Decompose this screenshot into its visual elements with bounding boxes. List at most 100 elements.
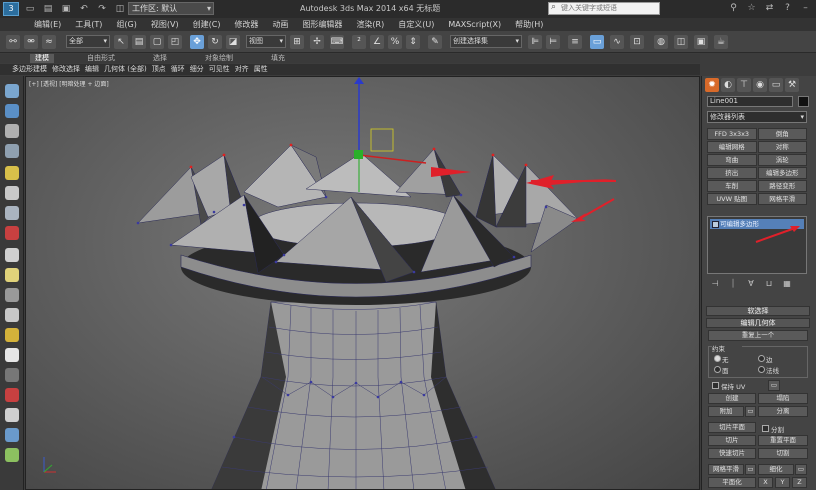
attach-button[interactable]: 附加: [708, 406, 744, 417]
ribbon-tab-selection[interactable]: 选择: [148, 54, 172, 63]
layer-manager-icon[interactable]: ≡: [568, 35, 582, 49]
save-file-icon[interactable]: ▣: [59, 3, 73, 15]
keyboard-shortcut-icon[interactable]: ⌨: [330, 35, 344, 49]
leaf-icon[interactable]: [5, 448, 19, 462]
collapse-button[interactable]: 塌陷: [758, 393, 808, 404]
meshsmooth-modifier-button[interactable]: 网格平滑: [757, 193, 807, 205]
ribbon-tab-freeform[interactable]: 自由形式: [82, 54, 120, 63]
ribbon-panel-geometry-all[interactable]: 几何体 (全部): [104, 64, 147, 75]
helper-icon[interactable]: [5, 206, 19, 220]
star-icon[interactable]: ☆: [745, 2, 758, 15]
select-object-icon[interactable]: ↖: [114, 35, 128, 49]
tessellate-button[interactable]: 细化: [758, 464, 794, 475]
menu-animation[interactable]: 动画: [272, 19, 288, 30]
ribbon-panel-poly-modeling[interactable]: 多边形建模: [12, 64, 47, 75]
link-icon[interactable]: ⚯: [6, 35, 20, 49]
ribbon-tab-object-paint[interactable]: 对象绘制: [200, 54, 238, 63]
redo-icon[interactable]: ↷: [95, 3, 109, 15]
help-icon[interactable]: ?: [781, 2, 794, 15]
tessellate-settings-button[interactable]: ▭: [795, 464, 807, 475]
menu-views[interactable]: 视图(V): [151, 19, 179, 30]
menu-customize[interactable]: 自定义(U): [398, 19, 434, 30]
panel-icon[interactable]: [5, 248, 19, 262]
quickslice-button[interactable]: 快速切片: [708, 448, 756, 459]
remove-modifier-icon[interactable]: ⊔: [763, 278, 775, 289]
menu-rendering[interactable]: 渲染(R): [356, 19, 384, 30]
pin-stack-icon[interactable]: ⊣: [709, 278, 721, 289]
percent-snap-icon[interactable]: %: [388, 35, 402, 49]
lathe-button[interactable]: 车削: [707, 180, 757, 192]
ribbon-panel-loops[interactable]: 循环: [171, 64, 185, 75]
mirror-icon[interactable]: ⊫: [528, 35, 542, 49]
ribbon-panel-align[interactable]: 对齐: [235, 64, 249, 75]
uvw-map-button[interactable]: UVW 贴图: [707, 193, 757, 205]
ribbon-panel-visibility[interactable]: 可见性: [209, 64, 230, 75]
menu-graph-editors[interactable]: 图形编辑器: [302, 19, 342, 30]
cylinder-icon[interactable]: [5, 288, 19, 302]
preserve-uv-checkbox[interactable]: 保持 UV: [712, 381, 745, 391]
perspective-viewport[interactable]: [+] [透视] [明暗处理 + 边面]: [25, 76, 700, 490]
ribbon-panel-vertices[interactable]: 顶点: [152, 64, 166, 75]
named-selection-set-select[interactable]: 创建选择集 ▾: [450, 35, 522, 48]
edit-poly-button[interactable]: 编辑多边形: [757, 167, 807, 179]
reset-plane-button[interactable]: 重置平面: [758, 435, 808, 446]
graphite-ribbon-icon[interactable]: ▭: [590, 35, 604, 49]
constraint-none-radio[interactable]: 无: [714, 354, 729, 364]
extrude-button[interactable]: 挤出: [707, 167, 757, 179]
cut-button[interactable]: 切割: [758, 448, 808, 459]
ffd-button[interactable]: FFD 3x3x3: [707, 128, 757, 140]
ribbon-panel-modify-selection[interactable]: 修改选择: [52, 64, 80, 75]
ribbon-panel-subdivision[interactable]: 细分: [190, 64, 204, 75]
constraint-edge-radio[interactable]: 边: [758, 354, 773, 364]
menu-tools[interactable]: 工具(T): [75, 19, 102, 30]
menu-help[interactable]: 帮助(H): [515, 19, 543, 30]
hold-icon[interactable]: ◫: [113, 3, 127, 15]
reference-coordinate-select[interactable]: 视图 ▾: [246, 35, 286, 48]
make-unique-icon[interactable]: ∀: [745, 278, 757, 289]
menu-modifiers[interactable]: 修改器: [234, 19, 258, 30]
cloud-icon[interactable]: [5, 84, 19, 98]
show-end-result-icon[interactable]: ⏐: [727, 278, 739, 289]
grid-icon[interactable]: [5, 144, 19, 158]
modifier-list-select[interactable]: 修改器列表 ▾: [707, 111, 807, 123]
rotate-icon[interactable]: ↻: [208, 35, 222, 49]
ribbon-panel-edit[interactable]: 编辑: [85, 64, 99, 75]
3ds-max-logo-icon[interactable]: 3: [3, 2, 19, 16]
slice-button[interactable]: 切片: [708, 435, 756, 446]
render-setup-icon[interactable]: ◫: [674, 35, 688, 49]
create-tab-icon[interactable]: ✹: [705, 78, 719, 92]
constraint-normal-radio[interactable]: 法线: [758, 365, 779, 375]
split-checkbox[interactable]: 分割: [762, 424, 784, 434]
camera-icon[interactable]: [5, 186, 19, 200]
object-name-field[interactable]: Line001: [707, 96, 793, 107]
undo-icon[interactable]: ↶: [77, 3, 91, 15]
material-editor-icon[interactable]: ◍: [654, 35, 668, 49]
snap-toggle-icon[interactable]: ²: [352, 35, 366, 49]
window-crossing-icon[interactable]: ◰: [168, 35, 182, 49]
sun-icon[interactable]: [5, 328, 19, 342]
angle-snap-icon[interactable]: ∠: [370, 35, 384, 49]
selection-filter-select[interactable]: 全部 ▾: [66, 35, 110, 48]
schematic-view-icon[interactable]: ⊡: [630, 35, 644, 49]
binoculars-icon[interactable]: ⚲: [727, 2, 740, 15]
menu-edit[interactable]: 编辑(E): [34, 19, 61, 30]
unlink-icon[interactable]: ⚮: [24, 35, 38, 49]
configure-sets-icon[interactable]: ▦: [781, 278, 793, 289]
move-icon[interactable]: ✥: [190, 35, 204, 49]
search-input[interactable]: 键入关键字或短语: [548, 2, 660, 15]
display-tab-icon[interactable]: ▭: [769, 78, 783, 92]
tree-icon[interactable]: [5, 408, 19, 422]
hierarchy-tab-icon[interactable]: ⊤: [737, 78, 751, 92]
light-icon[interactable]: [5, 166, 19, 180]
motion-tab-icon[interactable]: ◉: [753, 78, 767, 92]
fog-icon[interactable]: [5, 368, 19, 382]
ribbon-tab-populate[interactable]: 填充: [266, 54, 290, 63]
bind-space-warp-icon[interactable]: ≈: [42, 35, 56, 49]
pivot-center-icon[interactable]: ⊞: [290, 35, 304, 49]
edit-named-selection-icon[interactable]: ✎: [428, 35, 442, 49]
list-icon[interactable]: [5, 124, 19, 138]
select-by-name-icon[interactable]: ▤: [132, 35, 146, 49]
path-deform-button[interactable]: 路径变形: [757, 180, 807, 192]
open-file-icon[interactable]: ▤: [41, 3, 55, 15]
cone-icon[interactable]: [5, 308, 19, 322]
